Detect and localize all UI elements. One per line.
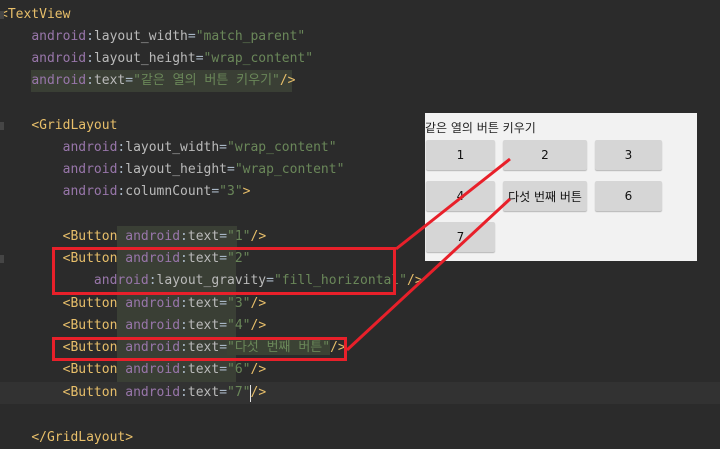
attr-value: "7"	[227, 385, 251, 400]
preview-button-7[interactable]: 7	[426, 222, 495, 252]
fold-marker[interactable]	[0, 255, 4, 263]
tag-close: />	[279, 73, 296, 88]
tag-close: />	[250, 362, 267, 377]
attr-value: "4"	[227, 318, 251, 333]
code-line: <Button android:text="4"/>	[62, 318, 267, 333]
attr-value: "6"	[227, 362, 251, 377]
preview-button-1[interactable]: 1	[426, 140, 495, 170]
attr-name: text	[187, 229, 220, 244]
tag-close: />	[250, 229, 267, 244]
attr-namespace: android	[31, 29, 87, 44]
code-line: android:layout_height="wrap_content"	[31, 51, 314, 66]
attr-namespace: android	[125, 229, 181, 244]
attr-value: "match_parent"	[195, 29, 306, 44]
attr-namespace: android	[62, 140, 118, 155]
attr-value: "3"	[227, 296, 251, 311]
code-line: android:layout_width="match_parent"	[31, 29, 306, 44]
attr-namespace: android	[31, 51, 87, 66]
fold-marker[interactable]	[0, 11, 4, 19]
attr-value: "wrap_content"	[234, 162, 345, 177]
preview-textview: 같은 열의 버튼 키우기	[425, 121, 536, 135]
attr-name: layout_height	[93, 51, 196, 66]
attr-namespace: android	[125, 385, 181, 400]
tag-close: />	[250, 318, 267, 333]
code-line: </GridLayout>	[0, 427, 720, 449]
attr-name: text	[187, 362, 220, 377]
attr-value: "1"	[227, 229, 251, 244]
fold-marker[interactable]	[0, 122, 4, 130]
code-line: <Button android:text="3"/>	[62, 296, 267, 311]
tag-close: >	[242, 184, 251, 199]
button-tag: <Button	[62, 385, 118, 400]
attr-value: "같은 열의 버튼 키우기"	[133, 73, 280, 88]
textview-tag: <TextView	[0, 7, 71, 22]
code-line: <Button android:text="6"/>	[62, 362, 267, 377]
code-line: <Button android:text="7"/>	[0, 382, 720, 404]
attr-namespace: android	[125, 296, 181, 311]
attr-name: columnCount	[125, 184, 212, 199]
gridlayout-tag: <GridLayout	[31, 118, 118, 133]
highlight-box-button-5	[52, 337, 347, 361]
attr-namespace: android	[125, 362, 181, 377]
attr-value: "wrap_content"	[203, 51, 314, 66]
preview-button-2[interactable]: 2	[503, 140, 587, 170]
code-line: <TextView	[0, 4, 720, 26]
button-tag: <Button	[62, 229, 118, 244]
gridlayout-close-tag: </GridLayout>	[31, 430, 134, 445]
tag-close: />	[407, 273, 423, 288]
preview-button-3[interactable]: 3	[595, 140, 662, 170]
button-tag: <Button	[62, 362, 118, 377]
preview-button-5[interactable]: 다섯 번째 버튼	[503, 181, 587, 211]
attr-value: "3"	[219, 184, 243, 199]
attr-value: "wrap_content"	[227, 140, 337, 155]
button-tag: <Button	[62, 296, 118, 311]
attr-name: layout_width	[125, 140, 220, 155]
preview-button-4[interactable]: 4	[426, 181, 495, 211]
attr-namespace: android	[31, 73, 87, 88]
code-line: android:text="같은 열의 버튼 키우기"/>	[31, 73, 296, 88]
attr-name: text	[187, 296, 220, 311]
layout-preview: 같은 열의 버튼 키우기 1 2 3 4 다섯 번째 버튼 6 7	[425, 113, 697, 261]
attr-name: layout_width	[93, 29, 188, 44]
highlight-box-button-2	[52, 247, 396, 295]
preview-button-6[interactable]: 6	[595, 181, 662, 211]
attr-name: layout_height	[125, 162, 227, 177]
attr-name: text	[187, 318, 220, 333]
attr-name: text	[187, 385, 220, 400]
attr-namespace: android	[125, 318, 181, 333]
button-tag: <Button	[62, 318, 118, 333]
attr-name: text	[93, 73, 126, 88]
tag-close: />	[250, 385, 267, 400]
attr-namespace: android	[62, 162, 118, 177]
tag-close: />	[250, 296, 267, 311]
text-cursor	[250, 385, 251, 402]
attr-namespace: android	[62, 184, 118, 199]
